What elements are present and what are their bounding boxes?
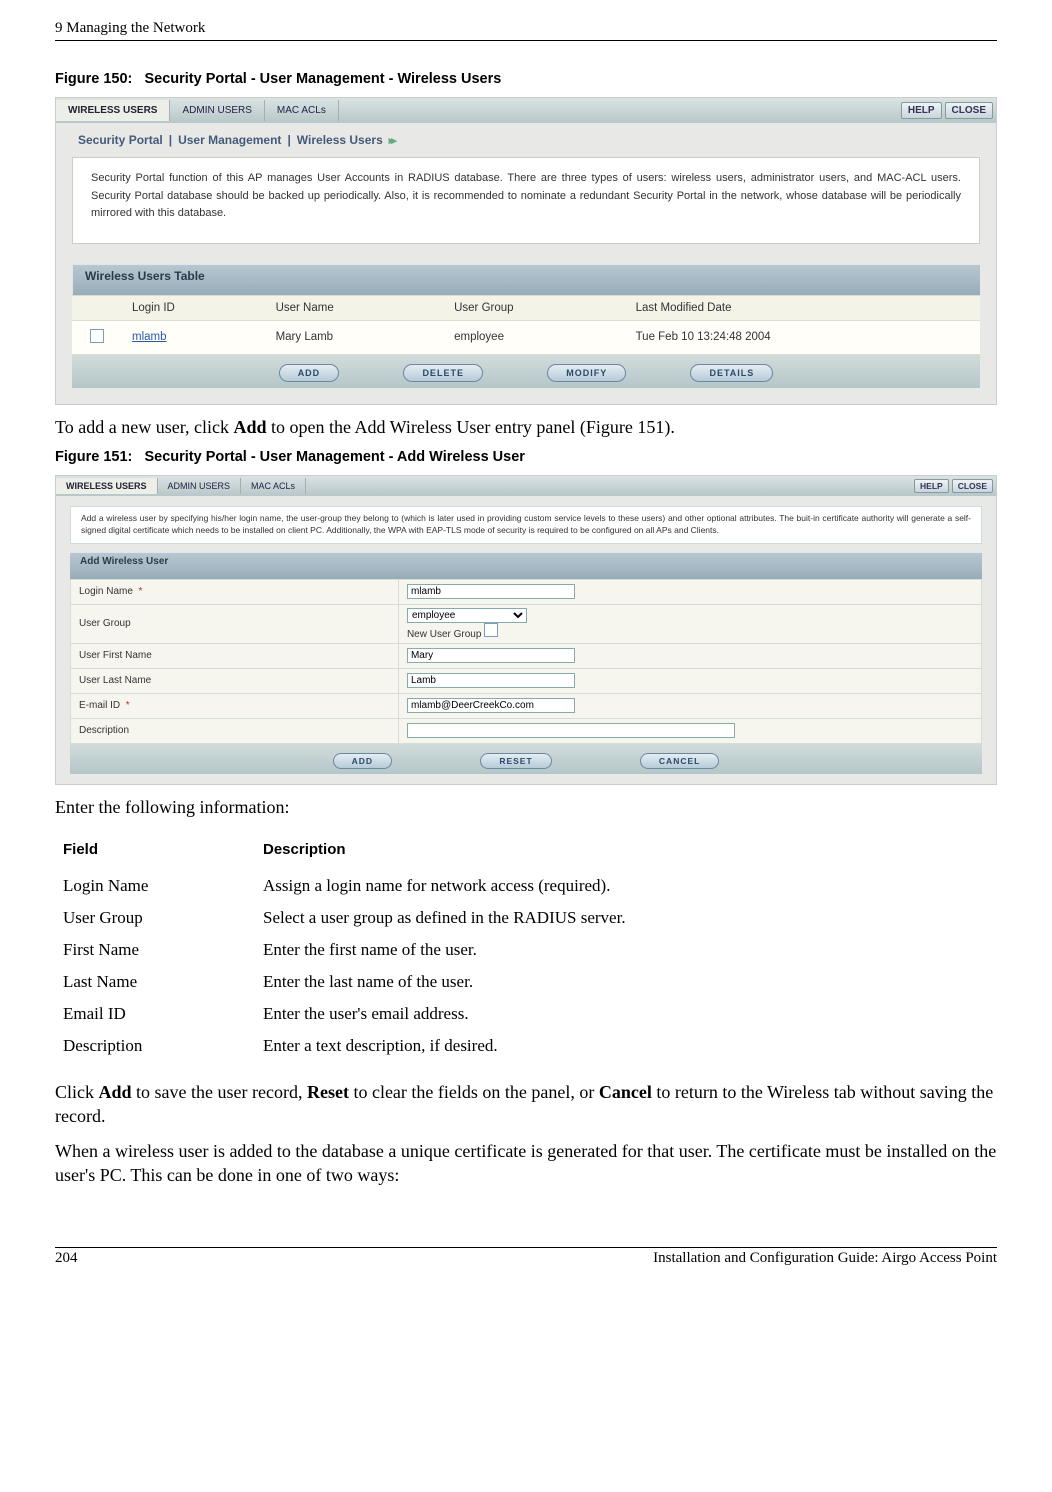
table-row: mlamb Mary Lamb employee Tue Feb 10 13:2… <box>72 320 980 354</box>
figure-150-caption: Figure 150: Security Portal - User Manag… <box>55 71 997 87</box>
breadcrumb-arrow-icon: ▸▸ <box>389 134 394 147</box>
table-row: User GroupSelect a user group as defined… <box>63 902 958 934</box>
info-box-2: Add a wireless user by specifying his/he… <box>70 506 982 544</box>
wireless-users-table: Login ID User Name User Group Last Modif… <box>72 295 980 355</box>
login-id-link[interactable]: mlamb <box>132 331 167 343</box>
email-input[interactable] <box>407 698 575 713</box>
email-label: E-mail ID <box>79 700 120 711</box>
details-button[interactable]: DETAILS <box>690 364 773 382</box>
paragraph-add-user: To add a new user, click Add to open the… <box>55 415 997 439</box>
add-button[interactable]: ADD <box>279 364 340 382</box>
table-row: Email IDEnter the user's email address. <box>63 998 958 1030</box>
breadcrumb: Security Portal | User Management | Wire… <box>56 123 996 157</box>
table-row: Last NameEnter the last name of the user… <box>63 966 958 998</box>
figure-151-screenshot: WIRELESS USERS ADMIN USERS MAC ACLs HELP… <box>55 475 997 785</box>
user-group-label: User Group <box>71 604 399 643</box>
last-name-input[interactable] <box>407 673 575 688</box>
col-login-id: Login ID <box>122 295 266 320</box>
description-label: Description <box>71 718 399 743</box>
table-row: DescriptionEnter a text description, if … <box>63 1030 958 1062</box>
tab-admin-users[interactable]: ADMIN USERS <box>170 100 264 121</box>
table-row: First NameEnter the first name of the us… <box>63 934 958 966</box>
header-chapter: 9 Managing the Network <box>55 20 205 37</box>
breadcrumb-seg3: Wireless Users <box>297 133 383 147</box>
paragraph-save-user: Click Add to save the user record, Reset… <box>55 1080 997 1129</box>
row-checkbox[interactable] <box>90 329 104 343</box>
figure-150-screenshot: WIRELESS USERS ADMIN USERS MAC ACLs HELP… <box>55 97 997 405</box>
tab-wireless-users-2[interactable]: WIRELESS USERS <box>56 478 158 494</box>
first-name-label: User First Name <box>71 643 399 668</box>
page-header: 9 Managing the Network <box>55 20 997 41</box>
col-last-modified: Last Modified Date <box>626 295 980 320</box>
close-button-2[interactable]: CLOSE <box>952 479 993 493</box>
field-description-table: Field Description Login NameAssign a log… <box>63 835 958 1062</box>
page-footer: 204 Installation and Configuration Guide… <box>55 1247 997 1267</box>
tab-mac-acls[interactable]: MAC ACLs <box>265 100 339 121</box>
help-button[interactable]: HELP <box>901 102 942 119</box>
required-asterisk-icon: * <box>126 700 130 711</box>
tab-bar: WIRELESS USERS ADMIN USERS MAC ACLs HELP… <box>56 98 996 123</box>
tab-mac-acls-2[interactable]: MAC ACLs <box>241 478 306 494</box>
last-name-label: User Last Name <box>71 668 399 693</box>
info-box: Security Portal function of this AP mana… <box>72 157 980 244</box>
col-user-name: User Name <box>266 295 445 320</box>
add-user-form: Login Name * User Group employee New Use… <box>70 579 982 744</box>
user-group-select[interactable]: employee <box>407 608 527 623</box>
table-row: Login NameAssign a login name for networ… <box>63 870 958 902</box>
figure-151-caption: Figure 151: Security Portal - User Manag… <box>55 449 997 465</box>
breadcrumb-seg2: User Management <box>178 133 281 147</box>
login-name-input[interactable] <box>407 584 575 599</box>
cell-usergroup: employee <box>444 320 625 354</box>
col-description: Description <box>263 835 958 870</box>
page-number: 204 <box>55 1250 78 1267</box>
login-name-label: Login Name <box>79 586 133 597</box>
breadcrumb-seg1: Security Portal <box>78 133 163 147</box>
tab-wireless-users[interactable]: WIRELESS USERS <box>56 100 170 121</box>
col-field: Field <box>63 835 263 870</box>
required-asterisk-icon: * <box>138 586 142 597</box>
button-row-2: ADD RESET CANCEL <box>70 744 982 774</box>
paragraph-certificate: When a wireless user is added to the dat… <box>55 1139 997 1188</box>
button-row: ADD DELETE MODIFY DETAILS <box>72 355 980 388</box>
add-button-2[interactable]: ADD <box>333 753 392 769</box>
tab-admin-users-2[interactable]: ADMIN USERS <box>158 478 242 494</box>
wireless-users-table-header: Wireless Users Table <box>72 264 980 295</box>
paragraph-enter-info: Enter the following information: <box>55 795 997 819</box>
close-button[interactable]: CLOSE <box>945 102 993 119</box>
new-user-group-checkbox[interactable] <box>484 623 498 637</box>
new-user-group-label: New User Group <box>407 629 481 640</box>
add-wireless-user-header: Add Wireless User <box>70 552 982 579</box>
description-input[interactable] <box>407 723 735 738</box>
help-button-2[interactable]: HELP <box>914 479 949 493</box>
reset-button[interactable]: RESET <box>480 753 551 769</box>
first-name-input[interactable] <box>407 648 575 663</box>
tab-bar-2: WIRELESS USERS ADMIN USERS MAC ACLs HELP… <box>56 476 996 496</box>
cell-date: Tue Feb 10 13:24:48 2004 <box>626 320 980 354</box>
col-user-group: User Group <box>444 295 625 320</box>
cancel-button[interactable]: CANCEL <box>640 753 719 769</box>
modify-button[interactable]: MODIFY <box>547 364 626 382</box>
delete-button[interactable]: DELETE <box>403 364 483 382</box>
cell-username: Mary Lamb <box>266 320 445 354</box>
footer-title: Installation and Configuration Guide: Ai… <box>653 1250 997 1267</box>
